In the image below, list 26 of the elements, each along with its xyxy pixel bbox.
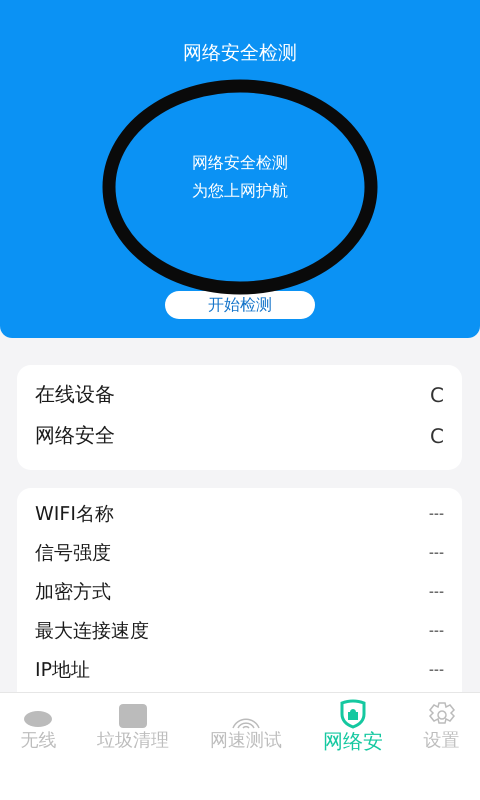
row-label: 加密方式	[35, 580, 111, 604]
square-icon	[118, 703, 148, 729]
start-scan-button[interactable]: 开始检测	[165, 291, 315, 319]
shield-icon	[338, 699, 367, 729]
row-value: C	[430, 424, 444, 448]
nav-tab[interactable]: 设置	[424, 697, 460, 753]
screen-title: 网络安全检测	[183, 41, 297, 66]
row-label: 网络安全	[35, 422, 115, 449]
nav-tab[interactable]: 无线	[20, 697, 56, 753]
row-label: IP地址	[35, 658, 90, 682]
ring-text: 为您上网护航	[192, 180, 288, 202]
row-value: ---	[428, 662, 444, 678]
row-value: ---	[428, 544, 444, 560]
row-value: C	[430, 382, 444, 406]
row-label: 最大连接速度	[35, 618, 149, 644]
row-label: 在线设备	[35, 381, 115, 408]
nav-tab[interactable]: 网速测试	[210, 697, 282, 753]
ring-text: 网络安全检测	[192, 152, 288, 174]
nav-tab[interactable]: 垃圾清理	[97, 697, 170, 753]
row-value: ---	[428, 584, 444, 600]
row-value: ---	[428, 622, 444, 638]
row-value: ---	[428, 506, 444, 522]
nav-tab[interactable]: 网络安	[322, 697, 383, 753]
ellipse-icon	[23, 709, 54, 729]
row-label: WIFI名称	[35, 502, 114, 526]
row-label: 信号强度	[35, 540, 111, 566]
